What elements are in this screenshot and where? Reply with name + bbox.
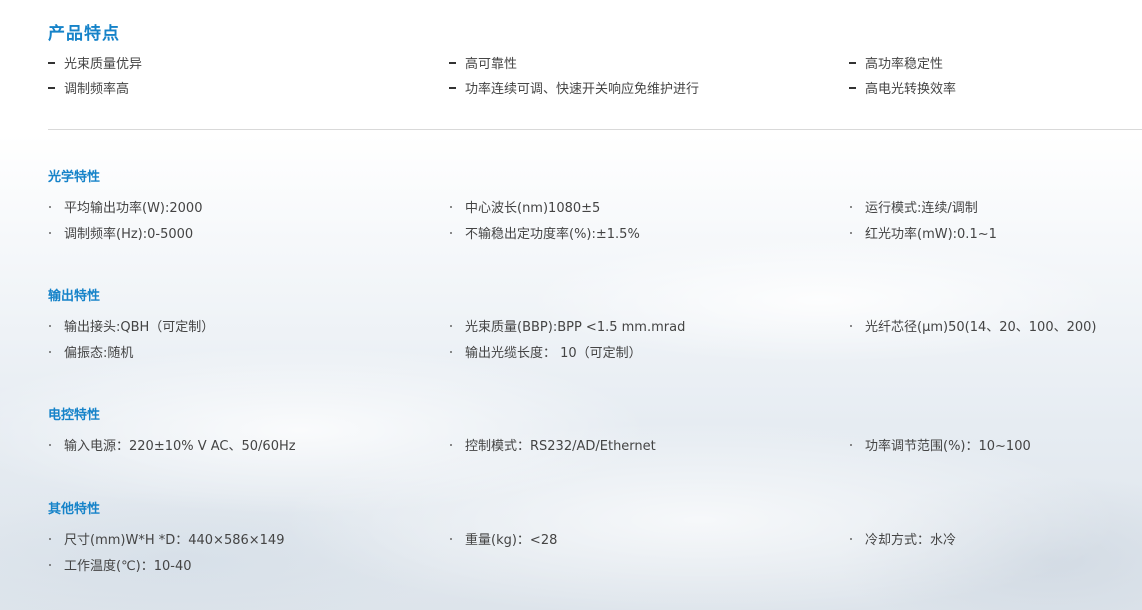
feature-item: 高功率稳定性 [849,53,943,72]
spec-text: 调制频率(Hz):0-5000 [64,227,194,242]
spec-item: 控制模式：RS232/AD/Ethernet [449,435,656,454]
spec-text: 中心波长(nm)1080±5 [465,201,601,216]
feature-row: 调制频率高 功率连续可调、快速开关响应免维护进行 高电光转换效率 [48,78,1142,98]
bullet-icon [850,231,852,234]
spec-row: 输出接头:QBH（可定制） 光束质量(BBP):BPP <1.5 mm.mrad… [48,316,1142,336]
spec-text: 尺寸(mm)W*H *D：440×586×149 [64,533,285,548]
features-title: 产品特点 [48,24,120,44]
spec-item: 红光功率(mW):0.1~1 [849,223,997,242]
spec-row: 平均输出功率(W):2000 中心波长(nm)1080±5 运行模式:连续/调制 [48,197,1142,217]
spec-item: 尺寸(mm)W*H *D：440×586×149 [48,529,284,548]
spec-text: 运行模式:连续/调制 [865,201,978,216]
spec-row: 尺寸(mm)W*H *D：440×586×149 重量(kg)：<28 冷却方式… [48,529,1142,549]
spec-text: 输出光缆长度： 10（可定制） [465,346,642,361]
spec-item: 重量(kg)：<28 [449,529,557,548]
bullet-icon [49,324,51,327]
bullet-icon [450,324,452,327]
bullet-icon [450,350,452,353]
spec-text: 重量(kg)：<28 [465,533,558,548]
spec-text: 平均输出功率(W):2000 [64,201,203,216]
dash-icon [449,86,456,89]
feature-item: 高可靠性 [449,53,517,72]
bullet-icon [450,231,452,234]
feature-item: 功率连续可调、快速开关响应免维护进行 [449,78,699,97]
spec-item: 运行模式:连续/调制 [849,197,978,216]
spec-text: 控制模式：RS232/AD/Ethernet [465,439,656,454]
bullet-icon [850,205,852,208]
feature-text: 调制频率高 [64,82,130,97]
spec-item: 不输稳出定功度率(%):±1.5% [449,223,640,242]
bullet-icon [49,563,51,566]
feature-text: 高电光转换效率 [865,82,957,97]
section-divider [48,129,1142,130]
feature-text: 功率连续可调、快速开关响应免维护进行 [465,82,700,97]
section-title-output: 输出特性 [48,289,101,304]
bullet-icon [49,443,51,446]
spec-text: 输出接头:QBH（可定制） [64,320,215,335]
spec-text: 输入电源：220±10% V AC、50/60Hz [64,439,296,454]
spec-item: 平均输出功率(W):2000 [48,197,202,216]
spec-text: 偏振态:随机 [64,346,134,361]
bullet-icon [850,537,852,540]
bullet-icon [450,205,452,208]
dash-icon [849,86,856,89]
feature-text: 高可靠性 [465,57,518,72]
spec-row: 偏振态:随机 输出光缆长度： 10（可定制） [48,342,1142,362]
dash-icon [849,61,856,64]
spec-text: 光束质量(BBP):BPP <1.5 mm.mrad [465,320,686,335]
feature-item: 光束质量优异 [48,53,142,72]
dash-icon [48,86,55,89]
bullet-icon [850,324,852,327]
spec-item: 偏振态:随机 [48,342,133,361]
feature-item: 高电光转换效率 [849,78,956,97]
spec-text: 不输稳出定功度率(%):±1.5% [465,227,640,242]
spec-item: 光束质量(BBP):BPP <1.5 mm.mrad [449,316,685,335]
feature-row: 光束质量优异 高可靠性 高功率稳定性 [48,53,1142,73]
spec-row: 工作温度(℃)：10-40 [48,555,1142,575]
spec-item: 调制频率(Hz):0-5000 [48,223,193,242]
bullet-icon [450,443,452,446]
spec-text: 冷却方式：水冷 [865,533,957,548]
spec-item: 光纤芯径(μm)50(14、20、100、200) [849,316,1096,335]
spec-item: 输出接头:QBH（可定制） [48,316,214,335]
dash-icon [449,61,456,64]
spec-text: 功率调节范围(%)：10~100 [865,439,1031,454]
spec-item: 功率调节范围(%)：10~100 [849,435,1031,454]
spec-item: 冷却方式：水冷 [849,529,956,548]
section-title-optical: 光学特性 [48,170,101,185]
dash-icon [48,61,55,64]
feature-item: 调制频率高 [48,78,129,97]
spec-item: 输出光缆长度： 10（可定制） [449,342,642,361]
feature-text: 高功率稳定性 [865,57,944,72]
bullet-icon [49,231,51,234]
spec-text: 光纤芯径(μm)50(14、20、100、200) [865,320,1097,335]
spec-row: 输入电源：220±10% V AC、50/60Hz 控制模式：RS232/AD/… [48,435,1142,455]
spec-row: 调制频率(Hz):0-5000 不输稳出定功度率(%):±1.5% 红光功率(m… [48,223,1142,243]
spec-item: 输入电源：220±10% V AC、50/60Hz [48,435,296,454]
section-title-other: 其他特性 [48,502,101,517]
bullet-icon [49,350,51,353]
spec-item: 中心波长(nm)1080±5 [449,197,600,216]
bullet-icon [49,537,51,540]
bullet-icon [850,443,852,446]
spec-text: 工作温度(℃)：10-40 [64,559,192,574]
bullet-icon [49,205,51,208]
spec-item: 工作温度(℃)：10-40 [48,555,192,574]
bullet-icon [450,537,452,540]
section-title-electrical: 电控特性 [48,408,101,423]
spec-text: 红光功率(mW):0.1~1 [865,227,997,242]
feature-text: 光束质量优异 [64,57,143,72]
